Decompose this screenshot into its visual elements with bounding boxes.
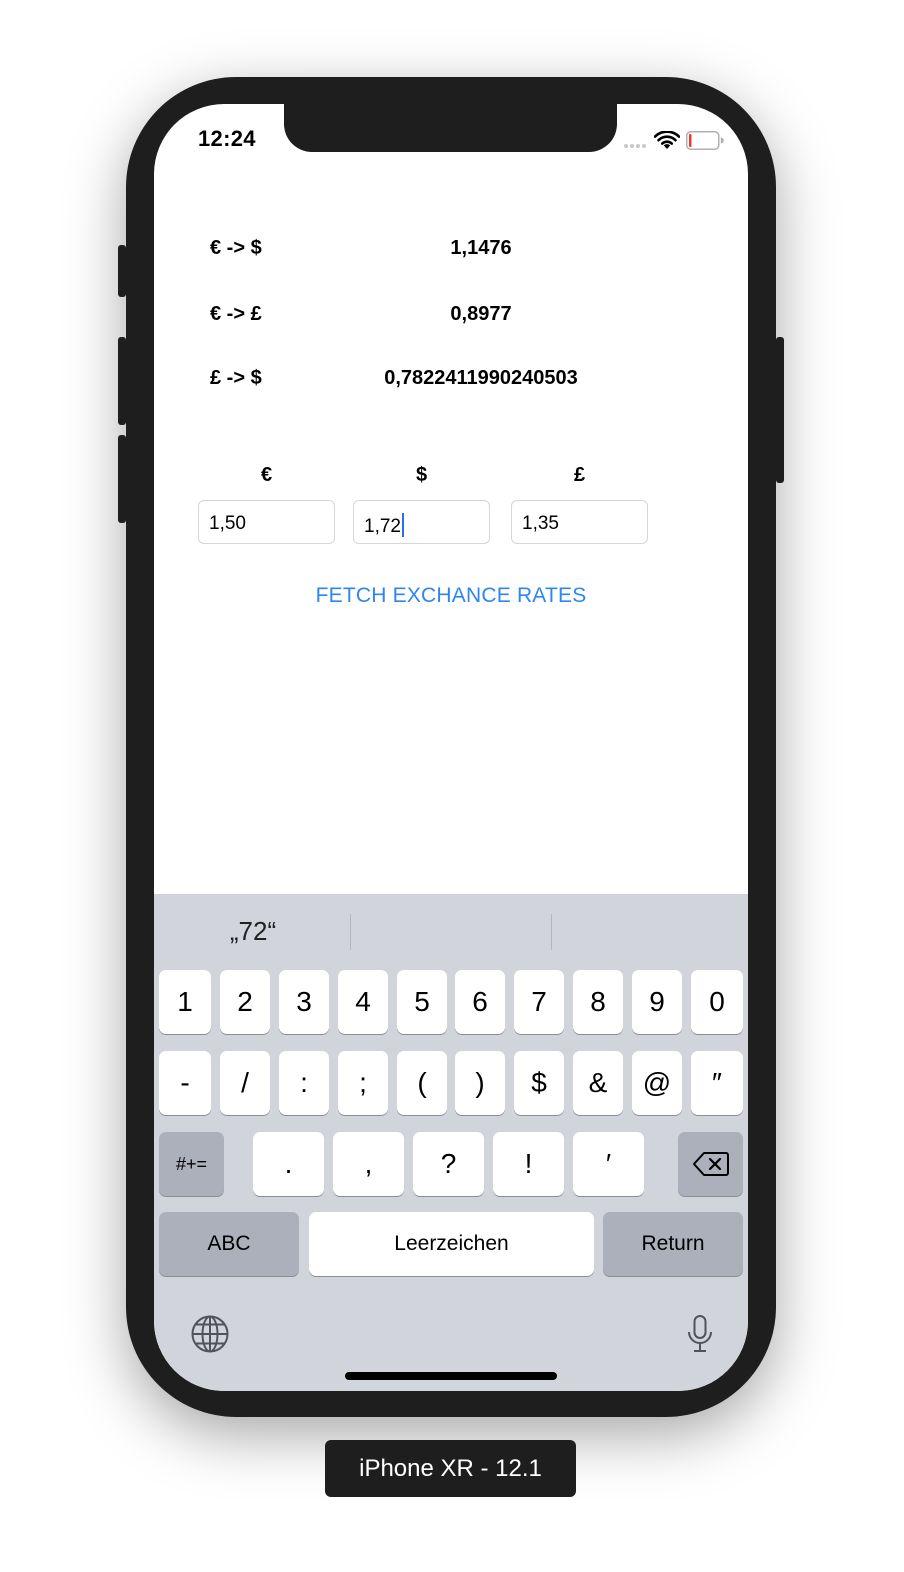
volume-down-button [118, 435, 126, 523]
notch [284, 104, 617, 152]
key-2[interactable]: 2 [220, 970, 270, 1034]
currency-label-usd: $ [415, 464, 428, 486]
eur-amount-field[interactable]: 1,50 [198, 500, 335, 544]
text-cursor [401, 513, 404, 537]
key-7[interactable]: 7 [514, 970, 564, 1034]
key-9[interactable]: 9 [632, 970, 682, 1034]
key-at[interactable]: @ [632, 1051, 682, 1115]
rate-value-eur-usd: 1,1476 [450, 237, 512, 259]
key-hyphen[interactable]: - [159, 1051, 211, 1115]
key-close-paren[interactable]: ) [455, 1051, 505, 1115]
key-exclamation[interactable]: ! [493, 1132, 564, 1196]
key-colon[interactable]: : [279, 1051, 329, 1115]
key-open-paren[interactable]: ( [397, 1051, 447, 1115]
key-3[interactable]: 3 [279, 970, 329, 1034]
cellular-signal-icon [624, 144, 646, 148]
rate-label-gbp-usd: £ -> $ [210, 367, 262, 389]
globe-icon[interactable] [190, 1314, 230, 1354]
key-6[interactable]: 6 [455, 970, 505, 1034]
keyboard: „72“ 1 2 3 4 5 6 7 8 9 0 - / : ; ( ) $ &… [154, 894, 748, 1391]
app-screen: 12:24 € -> $ 1,1476 € -> £ 0,8977 £ -> $… [154, 104, 748, 1391]
gbp-amount-field[interactable]: 1,35 [511, 500, 648, 544]
gbp-amount-value: 1,35 [522, 513, 559, 534]
key-comma[interactable]: , [333, 1132, 404, 1196]
mute-switch [118, 245, 126, 297]
key-0[interactable]: 0 [691, 970, 743, 1034]
backspace-icon [692, 1152, 729, 1176]
currency-label-gbp: £ [573, 464, 586, 486]
key-5[interactable]: 5 [397, 970, 447, 1034]
eur-amount-value: 1,50 [209, 513, 246, 534]
volume-up-button [118, 337, 126, 425]
status-time: 12:24 [198, 126, 256, 151]
currency-label-eur: € [260, 464, 273, 486]
battery-icon [686, 131, 724, 150]
fetch-exchange-rates-button[interactable]: FETCH EXCHANCE RATES [154, 584, 748, 608]
key-period[interactable]: . [253, 1132, 324, 1196]
key-slash[interactable]: / [220, 1051, 270, 1115]
key-double-quote[interactable]: ″ [691, 1051, 743, 1115]
microphone-icon[interactable] [686, 1314, 714, 1354]
delete-key[interactable] [678, 1132, 743, 1196]
suggestion-divider [551, 914, 552, 950]
key-4[interactable]: 4 [338, 970, 388, 1034]
key-ampersand[interactable]: & [573, 1051, 623, 1115]
key-1[interactable]: 1 [159, 970, 211, 1034]
space-key[interactable]: Leerzeichen [309, 1212, 594, 1276]
key-more-symbols[interactable]: #+= [159, 1132, 224, 1196]
return-key[interactable]: Return [603, 1212, 743, 1276]
key-dollar[interactable]: $ [514, 1051, 564, 1115]
usd-amount-value: 1,72 [364, 516, 401, 537]
key-apostrophe[interactable]: ′ [573, 1132, 644, 1196]
rate-label-eur-gbp: € -> £ [210, 303, 262, 325]
suggestion-divider [350, 914, 351, 950]
rate-value-eur-gbp: 0,8977 [450, 303, 512, 325]
usd-amount-field[interactable]: 1,72 [353, 500, 490, 544]
simulator-device-label: iPhone XR - 12.1 [325, 1440, 576, 1497]
key-question[interactable]: ? [413, 1132, 484, 1196]
suggestion-1[interactable]: „72“ [154, 916, 352, 947]
key-8[interactable]: 8 [573, 970, 623, 1034]
power-button [776, 337, 784, 483]
wifi-icon [654, 131, 680, 149]
home-indicator[interactable] [345, 1372, 557, 1380]
key-abc[interactable]: ABC [159, 1212, 299, 1276]
rate-value-gbp-usd: 0,7822411990240503 [384, 367, 578, 389]
key-semicolon[interactable]: ; [338, 1051, 388, 1115]
rate-label-eur-usd: € -> $ [210, 237, 262, 259]
